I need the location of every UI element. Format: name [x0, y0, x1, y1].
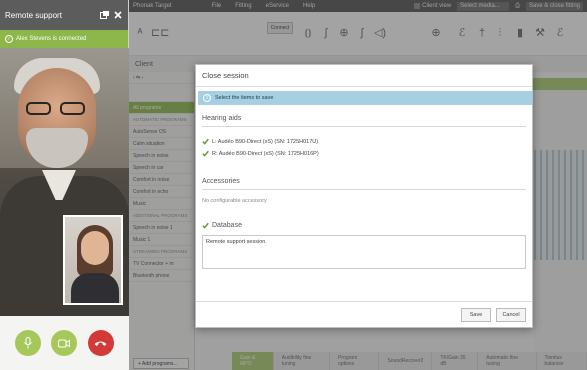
connection-status-text: Alex Stevens is connected: [16, 36, 87, 42]
dialog-title: Close session: [196, 65, 532, 87]
camera-button[interactable]: [51, 330, 78, 356]
hearing-aid-left-label: L: Audéo B90-Direct (xS) (SN: 1725H017U): [212, 138, 319, 145]
dialog-info-text: Select the items to save: [215, 95, 274, 101]
divider: [202, 126, 526, 127]
checkbox-checked-icon[interactable]: [202, 150, 209, 157]
hang-up-icon: [94, 341, 107, 346]
dialog-footer: Save Cancel: [196, 301, 532, 328]
hearing-aid-right-option[interactable]: R: Audéo B90-Direct (xS) (SN: 1725H016P): [202, 150, 319, 157]
hearing-aid-left-option[interactable]: L: Audéo B90-Direct (xS) (SN: 1725H017U): [202, 138, 318, 145]
connection-status: ✓ Alex Stevens is connected: [0, 30, 128, 48]
remote-support-panel: Remote support ✓ Alex Stevens is connect…: [0, 0, 129, 370]
cancel-button[interactable]: Cancel: [496, 308, 526, 322]
microphone-icon: [24, 337, 33, 349]
accessories-empty-text: No configurable accessory: [202, 198, 267, 204]
accessories-title: Accessories: [202, 178, 240, 185]
call-controls: [0, 316, 129, 370]
database-option[interactable]: Database: [202, 222, 242, 229]
check-icon: ✓: [5, 35, 13, 43]
database-label: Database: [212, 222, 242, 229]
dialog-info-bar: i Select the items to save: [198, 91, 532, 105]
local-video-preview: [63, 215, 123, 305]
hearing-aids-title: Hearing aids: [202, 115, 242, 122]
close-session-dialog: Close session i Select the items to save…: [195, 64, 533, 328]
remote-support-header: Remote support: [0, 0, 128, 30]
remote-support-title: Remote support: [5, 10, 62, 20]
checkbox-checked-icon[interactable]: [202, 222, 209, 229]
microphone-button[interactable]: [15, 330, 42, 356]
info-icon: i: [203, 94, 211, 102]
divider: [202, 189, 526, 190]
hearing-aid-right-label: R: Audéo B90-Direct (xS) (SN: 1725H016P): [212, 150, 319, 157]
popout-icon[interactable]: [99, 10, 110, 21]
camera-icon: [58, 339, 71, 347]
hang-up-button[interactable]: [87, 330, 114, 356]
checkbox-checked-icon[interactable]: [202, 138, 209, 145]
session-note-textarea[interactable]: Remote support session.: [202, 235, 526, 269]
save-button[interactable]: Save: [461, 308, 491, 322]
close-icon[interactable]: [112, 10, 123, 21]
